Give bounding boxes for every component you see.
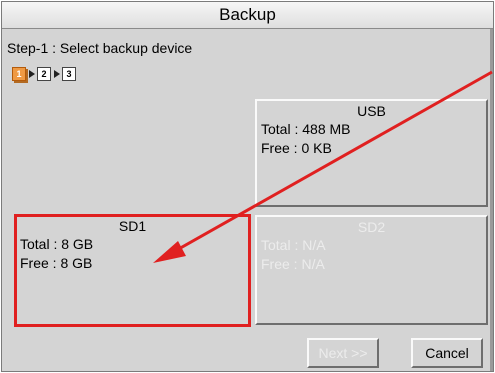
sd2-total: Total : N/A [261, 237, 326, 253]
sd2-device-button[interactable]: SD2 Total : N/A Free : N/A [255, 215, 488, 325]
backup-dialog: Backup Step-1 : Select backup device 1 2… [1, 1, 494, 372]
step-2-indicator: 2 [37, 67, 51, 81]
sd1-total: Total : 8 GB [20, 236, 94, 252]
usb-total: Total : 488 MB [261, 121, 351, 137]
sd1-device-name: SD1 [118, 218, 147, 234]
sd2-free: Free : N/A [261, 256, 325, 272]
right-edge-bar [490, 29, 493, 371]
dialog-title: Backup [2, 2, 493, 29]
step-arrow-icon [54, 70, 60, 78]
step-3-indicator: 3 [62, 67, 76, 81]
usb-device-button[interactable]: USB Total : 488 MB Free : 0 KB [255, 99, 488, 207]
next-button[interactable]: Next >> [307, 338, 379, 368]
sd1-free: Free : 8 GB [20, 255, 93, 271]
usb-device-name: USB [357, 103, 386, 119]
step-label: Step-1 : Select backup device [7, 40, 193, 56]
sd1-device-button[interactable]: SD1 Total : 8 GB Free : 8 GB [14, 214, 251, 327]
usb-free: Free : 0 KB [261, 140, 332, 156]
cancel-button[interactable]: Cancel [411, 338, 483, 368]
step-1-indicator: 1 [12, 67, 26, 81]
sd2-device-name: SD2 [357, 219, 386, 235]
step-arrow-icon [29, 70, 35, 78]
